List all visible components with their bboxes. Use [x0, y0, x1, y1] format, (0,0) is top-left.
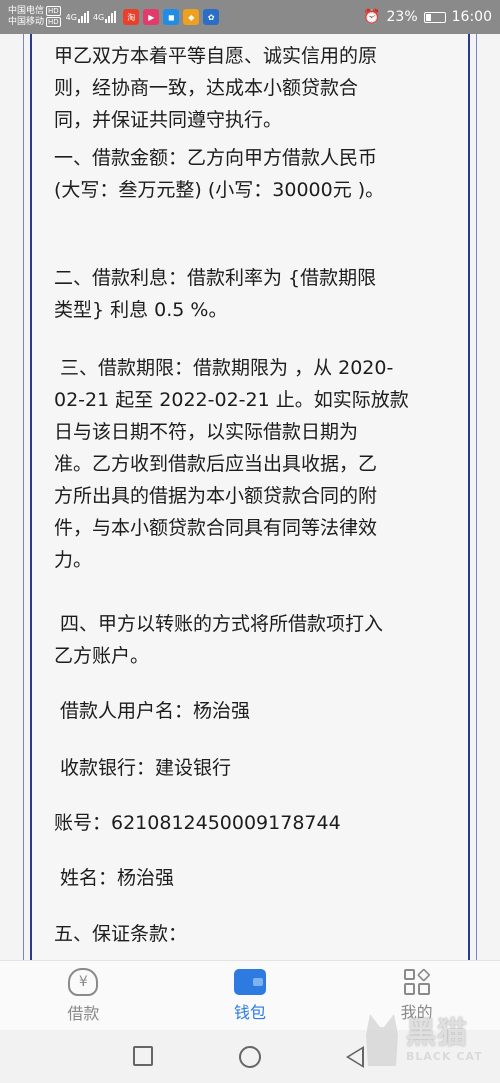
watermark-subtitle: BLACK CAT	[406, 1049, 483, 1063]
status-bar: 中国电信 HD 中国移动 HD 4G 4G 淘 ▶ ◼ ◆ ✿ ⏰ 23% 16:0…	[0, 0, 500, 34]
account-name: 姓名：杨治强	[54, 867, 175, 889]
clock: 16:00	[451, 9, 492, 25]
borrower-username: 借款人用户名：杨治强	[54, 700, 251, 722]
carrier-2: 中国移动 HD	[8, 17, 61, 27]
status-right: ⏰ 23% 16:00	[363, 9, 492, 25]
cat-logo-icon	[366, 1014, 398, 1066]
paragraph-transfer: 四、甲方以转账的方式将所借款项打入 乙方账户。	[54, 613, 384, 667]
watermark-title: 黑猫	[406, 1015, 468, 1051]
recent-apps-icon[interactable]	[133, 1046, 153, 1066]
battery-icon	[423, 11, 446, 23]
nav-loan-label: 借款	[67, 1003, 100, 1023]
gallery-icon: ✿	[203, 9, 220, 25]
wallet-icon	[234, 968, 266, 995]
carrier-1: 中国电信 HD	[8, 6, 61, 16]
paragraph-intro: 甲乙双方本着平等自愿、诚实信用的原 则，经协商一致，达成本小额贷款合 同，并保证…	[54, 45, 378, 131]
tv-icon: ◼	[163, 9, 180, 25]
signal-icon-2	[105, 11, 117, 23]
paragraph-term: 三、借款期限：借款期限为 ，从 2020- 02-21 起至 2022-02-2…	[54, 357, 409, 571]
profile-grid-icon	[403, 967, 431, 995]
battery-percent: 23%	[386, 9, 418, 25]
nav-wallet[interactable]: 钱包	[167, 961, 334, 1030]
carrier-info: 中国电信 HD 中国移动 HD	[8, 6, 61, 28]
black-cat-watermark: 黑猫 BLACK CAT	[362, 1000, 492, 1080]
shop-icon: 淘	[123, 9, 140, 25]
video-icon: ▶	[143, 9, 160, 25]
network-type-2: 4G	[92, 12, 105, 22]
watermark-text: 黑猫 BLACK CAT	[406, 1015, 483, 1063]
paragraph-interest: 二、借款利息：借款利率为 {借款期限 类型} 利息 0.5 %。	[54, 267, 377, 321]
app-icon: ◆	[183, 9, 200, 25]
notification-icons: 淘 ▶ ◼ ◆ ✿	[123, 9, 220, 25]
nav-wallet-label: 钱包	[234, 1002, 267, 1022]
loan-icon: ¥	[68, 967, 99, 996]
home-icon[interactable]	[239, 1046, 261, 1068]
receiving-bank: 收款银行：建设银行	[54, 757, 232, 779]
alarm-icon: ⏰	[363, 9, 381, 25]
contract-page: 甲乙双方本着平等自愿、诚实信用的原 则，经协商一致，达成本小额贷款合 同，并保证…	[23, 34, 477, 960]
paragraph-guarantee: 五、保证条款：	[54, 923, 188, 945]
account-number: 账号：6210812450009178744	[54, 812, 341, 834]
paragraph-loan-amount: 一、借款金额：乙方向甲方借款人民币 (大写：叁万元整) (小写：30000元 )…	[54, 147, 385, 201]
contract-view[interactable]: 甲乙双方本着平等自愿、诚实信用的原 则，经协商一致，达成本小额贷款合 同，并保证…	[0, 34, 500, 960]
nav-loan[interactable]: ¥ 借款	[0, 961, 167, 1030]
network-type: 4G	[65, 12, 77, 22]
signal-icon	[77, 11, 89, 23]
